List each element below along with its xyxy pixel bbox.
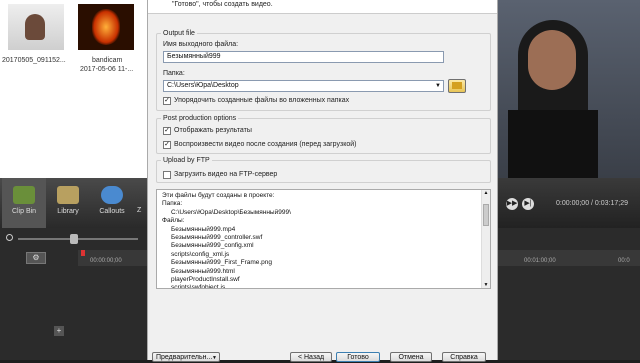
end-button[interactable]: ▶| <box>522 198 534 210</box>
files-list: Эти файлы будут созданы в проекте: Папка:… <box>162 192 291 289</box>
scroll-thumb[interactable] <box>483 204 489 226</box>
tab-callouts[interactable]: Callouts <box>90 178 134 228</box>
files-info-line: C:\Users\Юра\Desktop\Безымянный999\ <box>162 208 291 216</box>
files-info-line: Безымянный999_First_Frame.png <box>162 259 273 267</box>
tab-more[interactable]: Z <box>134 178 147 228</box>
zoom-thumb[interactable] <box>70 234 78 244</box>
magnify-icon[interactable] <box>6 234 13 241</box>
files-info-line: Файлы: <box>162 217 185 225</box>
tab-library[interactable]: Library <box>46 178 90 228</box>
clip-date: 2017-05-06 11-... <box>80 66 134 73</box>
folder-icon <box>452 82 462 89</box>
folder-select[interactable]: C:\Users\Юра\Desktop ▼ <box>163 80 444 92</box>
scroll-down-icon[interactable]: ▼ <box>482 282 490 288</box>
tab-label: Clip Bin <box>11 208 37 215</box>
tab-label: Library <box>57 208 79 215</box>
files-info-line: playerProductInstall.swf <box>162 276 240 284</box>
help-button[interactable]: Справка <box>442 352 486 362</box>
files-info-line: scripts\config_xml.js <box>162 250 230 258</box>
filename-label: Имя выходного файла: <box>163 41 239 48</box>
cancel-button[interactable]: Отмена <box>390 352 432 362</box>
group-title: Upload by FTP <box>161 157 212 164</box>
preview-dropdown[interactable]: Предварительн... ▼ <box>152 352 220 362</box>
play-video-checkbox[interactable]: ✓ <box>163 141 171 149</box>
files-info-line: Безымянный999_config.xml <box>162 242 254 250</box>
header-note: "Готово", чтобы создать видео. <box>172 1 273 8</box>
group-title: Output file <box>161 30 197 37</box>
timeline-right: 00:01:00;00 00:0 <box>498 228 640 360</box>
organize-checkbox[interactable]: ✓ <box>163 97 171 105</box>
chevron-down-icon: ▼ <box>212 355 217 361</box>
post-production-group <box>156 118 491 154</box>
tab-clip-bin[interactable]: Clip Bin <box>2 178 46 228</box>
player-controls: ▶▶ ▶| 0:00:00;00 / 0:03:17;29 <box>498 178 640 228</box>
scrollbar[interactable]: ▲ ▼ <box>481 190 490 288</box>
playhead-marker[interactable] <box>81 250 85 256</box>
files-info-box: Эти файлы будут созданы в проекте: Папка:… <box>156 189 491 289</box>
dialog-header: "Готово", чтобы создать видео. <box>148 0 497 14</box>
files-info-line: Эти файлы будут созданы в проекте: <box>162 192 275 199</box>
files-info-line: scripts\swfobject.js <box>162 284 226 289</box>
zoom-slider[interactable] <box>18 234 138 244</box>
add-track-button[interactable]: + <box>54 326 64 336</box>
folder-value: C:\Users\Юра\Desktop <box>167 82 239 89</box>
organize-label: Упорядочить созданные файлы во вложенных… <box>174 97 350 104</box>
next-frame-button[interactable]: ▶▶ <box>506 198 518 210</box>
video-preview <box>498 0 640 178</box>
film-icon <box>13 186 35 204</box>
files-info-line: Безымянный999.mp4 <box>162 225 236 233</box>
clip-name: 20170505_091152... <box>2 57 66 64</box>
chevron-down-icon[interactable]: ▼ <box>435 81 441 91</box>
filename-input[interactable]: Безымянный999 <box>163 51 444 63</box>
clip-thumbnail-bandicam[interactable] <box>78 4 134 50</box>
play-video-label: Воспроизвести видео после создания (пере… <box>174 141 357 148</box>
clip-bin-panel: 20170505_091152... bandicam 2017-05-06 1… <box>0 0 147 178</box>
scroll-up-icon[interactable]: ▲ <box>482 190 490 196</box>
time-readout: 0:00:00;00 / 0:03:17;29 <box>556 200 629 207</box>
browse-folder-button[interactable] <box>448 79 466 93</box>
folder-icon <box>57 186 79 204</box>
timeline-left: ⚙ 00:00:00;00 + <box>0 228 147 360</box>
finish-button[interactable]: Готово <box>336 352 380 362</box>
ftp-checkbox[interactable] <box>163 171 171 179</box>
ruler-time: 00:01:00;00 <box>524 258 556 264</box>
tab-label: Callouts <box>99 208 125 215</box>
show-results-label: Отображать результаты <box>174 127 252 134</box>
ruler-time: 00:0 <box>618 258 630 264</box>
ruler-time: 00:00:00;00 <box>90 258 122 264</box>
back-button[interactable]: < Назад <box>290 352 332 362</box>
ftp-label: Загрузить видео на FTP-сервер <box>174 171 278 178</box>
group-title: Post production options <box>161 115 239 122</box>
folder-label: Папка: <box>163 70 185 77</box>
files-info-line: Безымянный999.html <box>162 267 235 275</box>
gear-icon[interactable]: ⚙ <box>26 252 46 264</box>
files-info-line: Папка: <box>162 200 183 208</box>
callout-icon <box>101 186 123 204</box>
production-wizard-dialog: "Готово", чтобы создать видео. Output fi… <box>147 0 498 362</box>
tools-toolbar: Clip Bin Library Callouts Z <box>0 178 147 228</box>
clip-thumbnail-webcam[interactable] <box>8 4 64 50</box>
tab-label: Z <box>137 207 142 214</box>
show-results-checkbox[interactable]: ✓ <box>163 127 171 135</box>
